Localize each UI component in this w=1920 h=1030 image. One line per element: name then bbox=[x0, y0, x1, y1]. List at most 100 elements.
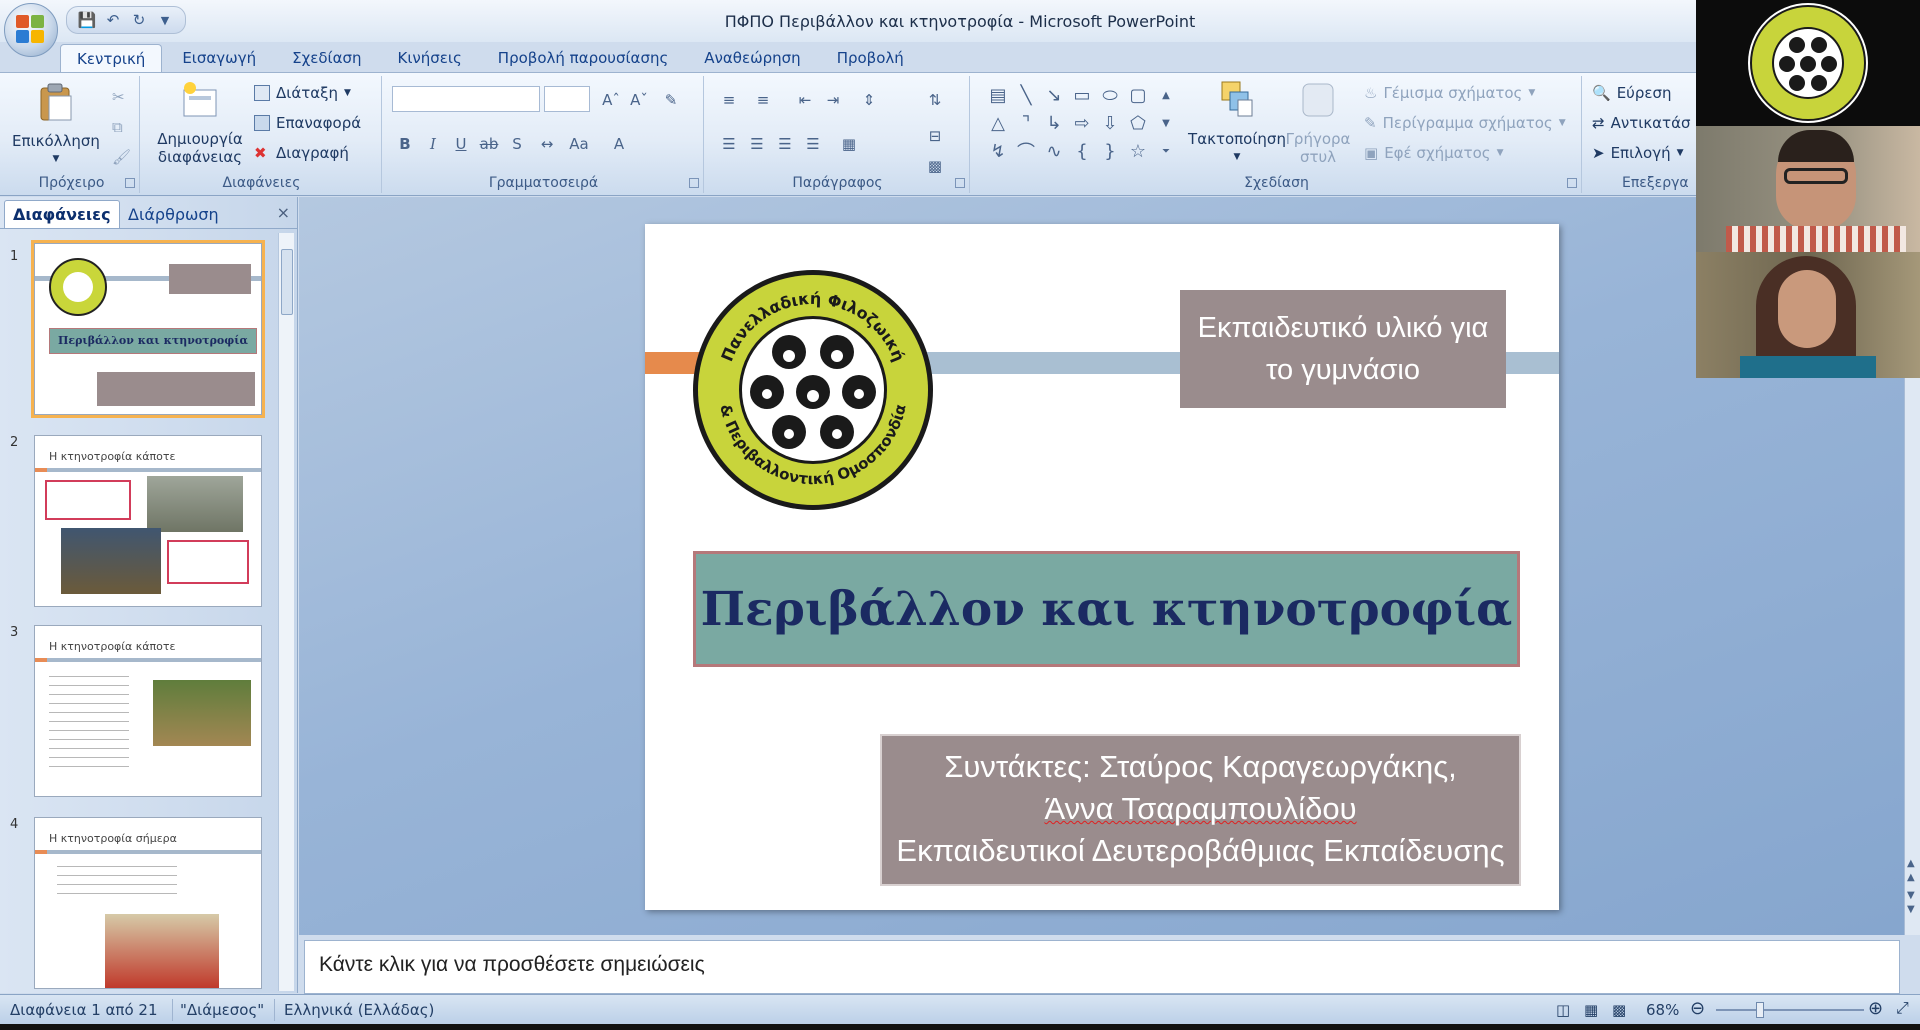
star-shape-icon[interactable]: ☆ bbox=[1126, 140, 1150, 162]
italic-icon[interactable]: I bbox=[420, 132, 446, 156]
current-slide[interactable]: Πανελλαδική Φιλοζωική & Περιβαλλοντική Ο… bbox=[645, 224, 1559, 910]
bold-icon[interactable]: B bbox=[392, 132, 418, 156]
save-icon[interactable]: 💾 bbox=[77, 10, 97, 30]
shadow-icon[interactable]: S bbox=[504, 132, 530, 156]
arrow-line-shape-icon[interactable]: ↘ bbox=[1042, 84, 1066, 106]
fit-to-window-icon[interactable]: ⤢ bbox=[1896, 998, 1909, 1018]
customize-chevron-icon[interactable]: ▼ bbox=[155, 10, 175, 30]
slide-thumbnail[interactable]: Η κτηνοτροφία κάποτε bbox=[34, 435, 262, 607]
shape-effects-button[interactable]: ▣ Εφέ σχήματος ▼ bbox=[1364, 144, 1503, 162]
elbow-connector-shape-icon[interactable]: ⌝ bbox=[1014, 112, 1038, 134]
clipboard-launcher-icon[interactable] bbox=[125, 178, 135, 188]
slide-thumbnail[interactable]: Η κτηνοτροφία κάποτε bbox=[34, 625, 262, 797]
right-brace-shape-icon[interactable]: } bbox=[1098, 140, 1122, 162]
zoom-level[interactable]: 68% bbox=[1646, 1001, 1679, 1019]
font-size-select[interactable] bbox=[544, 86, 590, 112]
tab-slides-panel[interactable]: Διαφάνειες bbox=[4, 200, 120, 228]
arc-shape-icon[interactable]: ⌒ bbox=[1014, 140, 1038, 163]
freeform-shape-icon[interactable]: ⬠ bbox=[1126, 112, 1150, 134]
layout-button[interactable]: Διάταξη ▼ bbox=[254, 84, 351, 102]
scrollbar-thumb[interactable] bbox=[281, 249, 293, 315]
tab-slideshow[interactable]: Προβολή παρουσίασης bbox=[482, 44, 684, 72]
redo-icon[interactable]: ↻ bbox=[129, 10, 149, 30]
shape-fill-button[interactable]: ♨ Γέμισμα σχήματος ▼ bbox=[1364, 84, 1535, 102]
reset-button[interactable]: Επαναφορά bbox=[254, 114, 361, 132]
strikethrough-icon[interactable]: ab bbox=[476, 132, 502, 156]
tab-home[interactable]: Κεντρική bbox=[60, 44, 163, 72]
gallery-up-icon[interactable]: ▲ bbox=[1154, 84, 1178, 106]
justify-icon[interactable]: ☰ bbox=[800, 132, 826, 156]
prev-slide-icon[interactable]: ▲ ▲ bbox=[1907, 857, 1915, 885]
increase-indent-icon[interactable]: ⇥ bbox=[820, 88, 846, 112]
subtitle-box[interactable]: Εκπαιδευτικό υλικό για το γυμνάσιο bbox=[1180, 290, 1506, 408]
down-arrow-shape-icon[interactable]: ⇩ bbox=[1098, 112, 1122, 134]
next-slide-icon[interactable]: ▼ ▼ bbox=[1907, 889, 1915, 917]
left-brace-shape-icon[interactable]: { bbox=[1070, 140, 1094, 162]
replace-button[interactable]: ⇄ Αντικατάσ bbox=[1592, 114, 1690, 132]
drawing-launcher-icon[interactable] bbox=[1567, 178, 1577, 188]
clear-formatting-icon[interactable]: ✎ bbox=[658, 88, 684, 112]
rectangle-shape-icon[interactable]: ▭ bbox=[1070, 84, 1094, 106]
zoom-slider-thumb[interactable] bbox=[1756, 1002, 1764, 1018]
format-painter-icon[interactable]: 🖌 bbox=[112, 148, 131, 166]
title-box[interactable]: Περιβάλλον και κτηνοτροφία bbox=[693, 551, 1520, 667]
paste-button[interactable]: Επικόλληση ▼ bbox=[10, 82, 102, 168]
copy-icon[interactable]: ⧉ bbox=[112, 118, 123, 136]
text-direction-icon[interactable]: ⇅ bbox=[922, 88, 948, 112]
numbering-icon[interactable]: ≡ bbox=[750, 88, 776, 112]
zoom-slider[interactable] bbox=[1716, 1002, 1864, 1018]
zoom-out-icon[interactable]: ⊖ bbox=[1690, 998, 1705, 1019]
underline-icon[interactable]: U bbox=[448, 132, 474, 156]
line-shape-icon[interactable]: ╲ bbox=[1014, 84, 1038, 106]
shrink-font-icon[interactable]: Aˇ bbox=[626, 88, 652, 112]
oval-shape-icon[interactable]: ⬭ bbox=[1098, 84, 1122, 106]
quick-styles-button[interactable]: Γρήγορα στυλ bbox=[1282, 80, 1354, 166]
rounded-rect-shape-icon[interactable]: ▢ bbox=[1126, 84, 1150, 106]
shape-outline-button[interactable]: ✎ Περίγραμμα σχήματος ▼ bbox=[1364, 114, 1566, 132]
tab-animations[interactable]: Κινήσεις bbox=[382, 44, 478, 72]
grow-font-icon[interactable]: Aˆ bbox=[598, 88, 624, 112]
triangle-shape-icon[interactable]: △ bbox=[986, 112, 1010, 134]
columns-icon[interactable]: ▦ bbox=[836, 132, 862, 156]
arrange-button[interactable]: Τακτοποίηση ▼ bbox=[1182, 80, 1292, 166]
paragraph-launcher-icon[interactable] bbox=[955, 178, 965, 188]
select-button[interactable]: ➤ Επιλογή ▼ bbox=[1592, 144, 1684, 162]
slide-thumbnail[interactable]: Η κτηνοτροφία σήμερα bbox=[34, 817, 262, 989]
thumbnails-scrollbar[interactable] bbox=[278, 233, 294, 991]
decrease-indent-icon[interactable]: ⇤ bbox=[792, 88, 818, 112]
normal-view-icon[interactable]: ◫ bbox=[1556, 1001, 1570, 1019]
lightning-shape-icon[interactable]: ↯ bbox=[986, 140, 1010, 162]
align-text-icon[interactable]: ⊟ bbox=[922, 124, 948, 148]
font-launcher-icon[interactable] bbox=[689, 178, 699, 188]
tab-outline-panel[interactable]: Διάρθρωση bbox=[120, 200, 227, 228]
office-button[interactable] bbox=[4, 3, 58, 57]
textbox-shape-icon[interactable]: ▤ bbox=[986, 84, 1010, 106]
char-spacing-icon[interactable]: ↔ bbox=[534, 132, 560, 156]
align-right-icon[interactable]: ☰ bbox=[772, 132, 798, 156]
change-case-icon[interactable]: Aa bbox=[566, 132, 592, 156]
curve-shape-icon[interactable]: ∿ bbox=[1042, 140, 1066, 162]
align-left-icon[interactable]: ☰ bbox=[716, 132, 742, 156]
tab-insert[interactable]: Εισαγωγή bbox=[166, 44, 272, 72]
align-center-icon[interactable]: ☰ bbox=[744, 132, 770, 156]
cut-icon[interactable]: ✂ bbox=[112, 88, 125, 106]
undo-icon[interactable]: ↶ bbox=[103, 10, 123, 30]
zoom-in-icon[interactable]: ⊕ bbox=[1868, 998, 1883, 1019]
tab-design[interactable]: Σχεδίαση bbox=[276, 44, 377, 72]
line-spacing-icon[interactable]: ⇕ bbox=[856, 88, 882, 112]
gallery-more-icon[interactable]: ⏷ bbox=[1154, 140, 1178, 162]
elbow-arrow-shape-icon[interactable]: ↳ bbox=[1042, 112, 1066, 134]
language[interactable]: Ελληνικά (Ελλάδας) bbox=[284, 1001, 434, 1019]
font-color-icon[interactable]: A bbox=[606, 132, 632, 156]
slideshow-view-icon[interactable]: ▩ bbox=[1612, 1001, 1626, 1019]
delete-button[interactable]: ✖ Διαγραφή bbox=[254, 144, 349, 162]
find-button[interactable]: 🔍 Εύρεση bbox=[1592, 84, 1672, 102]
bullets-icon[interactable]: ≡ bbox=[716, 88, 742, 112]
new-slide-button[interactable]: Δημιουργία διαφάνειας bbox=[148, 80, 252, 166]
slide-thumbnail[interactable]: Περιβάλλον και κτηνοτροφία bbox=[31, 240, 265, 418]
font-name-select[interactable] bbox=[392, 86, 540, 112]
tab-review[interactable]: Αναθεώρηση bbox=[688, 44, 816, 72]
authors-box[interactable]: Συντάκτες: Σταύρος Καραγεωργάκης, Άννα Τ… bbox=[880, 734, 1521, 886]
gallery-down-icon[interactable]: ▼ bbox=[1154, 112, 1178, 134]
right-arrow-shape-icon[interactable]: ⇨ bbox=[1070, 112, 1094, 134]
